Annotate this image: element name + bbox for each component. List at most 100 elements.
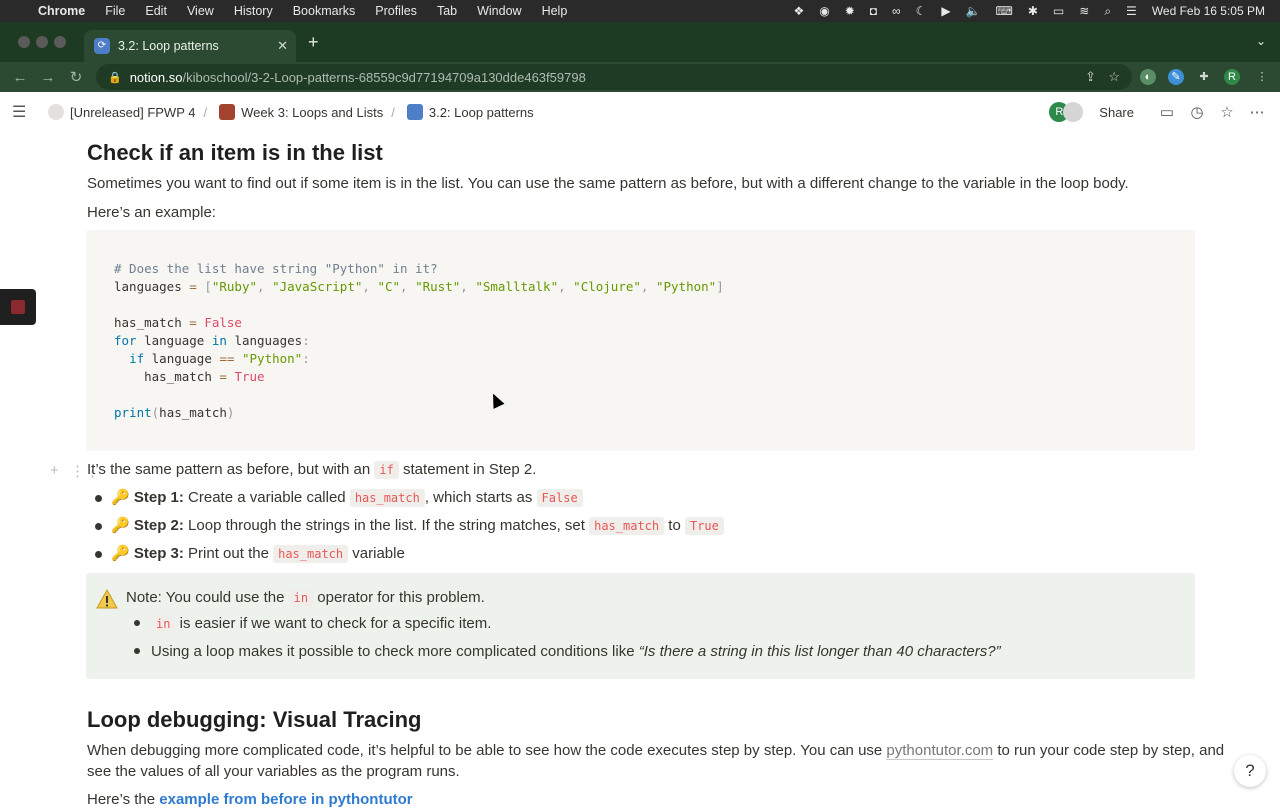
menu-view[interactable]: View — [187, 4, 214, 18]
guest-avatar[interactable] — [1063, 102, 1084, 122]
forward-arrow-icon[interactable]: → — [34, 69, 62, 86]
bullet — [95, 523, 102, 530]
extensions-puzzle-icon[interactable]: ✚ — [1196, 69, 1212, 85]
breadcrumb-item-week[interactable]: Week 3: Loops and Lists — [215, 104, 383, 120]
menu-window[interactable]: Window — [477, 4, 521, 18]
bullet — [134, 648, 140, 654]
more-options-icon[interactable]: ⋯ — [1242, 103, 1272, 121]
inline-code: in — [288, 589, 314, 607]
clock[interactable]: Wed Feb 16 5:05 PM — [1152, 4, 1265, 18]
paragraph: It’s the same pattern as before, but wit… — [87, 461, 537, 479]
menu-profiles[interactable]: Profiles — [375, 4, 417, 18]
callout-block: Note: You could use the in operator for … — [86, 573, 1195, 679]
menu-file[interactable]: File — [105, 4, 125, 18]
menu-help[interactable]: Help — [542, 4, 568, 18]
keyboard-icon[interactable]: ⌨ — [996, 4, 1013, 18]
profile-avatar[interactable]: R — [1224, 69, 1240, 85]
search-icon[interactable]: ⌕ — [1104, 4, 1111, 19]
code-block[interactable]: # Does the list have string "Python" in … — [86, 230, 1195, 451]
menu-history[interactable]: History — [234, 4, 273, 18]
menu-app-name[interactable]: Chrome — [38, 4, 85, 18]
new-tab-button[interactable]: + — [308, 32, 319, 53]
list-item: in is easier if we want to check for a s… — [151, 615, 491, 633]
breadcrumb-label: 3.2: Loop patterns — [428, 104, 534, 120]
lock-icon[interactable]: 🔒 — [108, 71, 122, 84]
notion-topbar: ☰ [Unreleased] FPWP 4 / Week 3: Loops an… — [0, 92, 1280, 132]
list-item: 🔑 Step 2: Loop through the strings in th… — [111, 516, 724, 535]
control-center-icon[interactable]: ☰ — [1126, 4, 1137, 18]
tab-title: 3.2: Loop patterns — [118, 39, 219, 53]
menu-edit[interactable]: Edit — [145, 4, 167, 18]
play-icon[interactable]: ▶ — [941, 4, 950, 18]
callout-text: Note: You could use the in operator for … — [126, 589, 485, 607]
floating-side-tab[interactable] — [0, 289, 36, 325]
bluetooth-icon[interactable]: ✱ — [1028, 4, 1038, 18]
back-arrow-icon[interactable]: ← — [6, 69, 34, 86]
section-heading: Loop debugging: Visual Tracing — [87, 707, 422, 732]
paragraph: Here’s an example: — [87, 204, 216, 221]
menu-bookmarks[interactable]: Bookmarks — [293, 4, 356, 18]
sidebar-menu-icon[interactable]: ☰ — [12, 102, 32, 122]
course-icon — [48, 104, 64, 120]
chrome-menu-icon[interactable]: ⋮ — [1254, 69, 1270, 85]
camera-icon[interactable]: ◘ — [870, 4, 877, 18]
inline-code: has_match — [273, 545, 349, 563]
onepassword-icon[interactable]: ◉ — [819, 4, 829, 18]
comments-icon[interactable]: ▭ — [1152, 103, 1182, 121]
inline-code: has_match — [349, 489, 425, 507]
tab-search-chevron-icon[interactable]: ⌄ — [1256, 34, 1266, 48]
bullet — [134, 620, 140, 626]
code-line: # Does the list have string "Python" in … — [114, 261, 438, 276]
breadcrumb-item-page[interactable]: 3.2: Loop patterns — [403, 104, 534, 120]
updates-clock-icon[interactable]: ◷ — [1182, 103, 1212, 121]
stop-icon — [11, 300, 25, 314]
bullet — [95, 551, 102, 558]
reload-icon[interactable]: ↻ — [62, 68, 90, 86]
share-page-icon[interactable]: ⇪ — [1085, 69, 1096, 85]
menu-tab[interactable]: Tab — [437, 4, 457, 18]
breadcrumb-separator: / — [391, 104, 395, 120]
dropbox-icon[interactable]: ❖ — [793, 4, 804, 18]
extension-shield-icon[interactable]: ◐ — [1140, 69, 1156, 85]
share-button[interactable]: Share — [1099, 105, 1134, 120]
breadcrumb-label: Week 3: Loops and Lists — [241, 104, 384, 120]
notion-favicon-icon: ⟳ — [94, 38, 110, 54]
wifi-icon[interactable]: ≋ — [1079, 4, 1089, 18]
key-icon: 🔑 — [111, 489, 130, 506]
inline-code: if — [374, 461, 399, 479]
battery-icon[interactable]: ▭ — [1053, 4, 1064, 18]
favorite-star-icon[interactable]: ☆ — [1212, 103, 1242, 121]
paragraph: When debugging more complicated code, it… — [87, 742, 1225, 760]
inline-code: False — [536, 489, 583, 507]
loop-icon — [406, 104, 423, 120]
url-path: /kiboschool/3-2-Loop-patterns-68559c9d77… — [182, 69, 586, 85]
breadcrumb-item-course[interactable]: [Unreleased] FPWP 4 — [44, 104, 195, 120]
volume-icon[interactable]: 🔈 — [966, 4, 981, 18]
settings-gear-icon[interactable]: ✹ — [845, 4, 855, 18]
warning-icon — [96, 589, 118, 609]
window-close-button[interactable] — [18, 36, 30, 48]
bullet — [95, 495, 102, 502]
bookmark-star-icon[interactable]: ☆ — [1108, 69, 1120, 85]
code-line: if language == "Python": — [129, 351, 310, 366]
window-zoom-button[interactable] — [54, 36, 66, 48]
address-bar[interactable]: 🔒 notion.so/kiboschool/3-2-Loop-patterns… — [96, 64, 1132, 90]
glasses-icon[interactable]: ∞ — [892, 4, 901, 18]
close-tab-icon[interactable]: ✕ — [277, 38, 288, 54]
browser-tab-active[interactable]: ⟳ 3.2: Loop patterns ✕ — [84, 30, 296, 62]
help-button[interactable]: ? — [1234, 755, 1266, 787]
code-line: has_match = False — [114, 315, 242, 330]
moon-icon[interactable]: ☾ — [916, 4, 927, 18]
list-item: 🔑 Step 1: Create a variable called has_m… — [111, 488, 583, 507]
extension-pen-icon[interactable]: ✎ — [1168, 69, 1184, 85]
add-block-icon[interactable]: + — [50, 462, 59, 479]
list-item: 🔑 Step 3: Print out the has_match variab… — [111, 545, 405, 563]
macos-menubar: Chrome File Edit View History Bookmarks … — [0, 0, 1280, 22]
pythontutor-link[interactable]: pythontutor.com — [886, 742, 994, 760]
code-line: for language in languages: — [114, 333, 310, 348]
inline-code: has_match — [589, 517, 665, 535]
window-minimize-button[interactable] — [36, 36, 48, 48]
list-item: Using a loop makes it possible to check … — [151, 643, 1001, 660]
url-host: notion.so — [129, 69, 183, 85]
code-line: languages = ["Ruby", "JavaScript", "C", … — [114, 279, 724, 294]
